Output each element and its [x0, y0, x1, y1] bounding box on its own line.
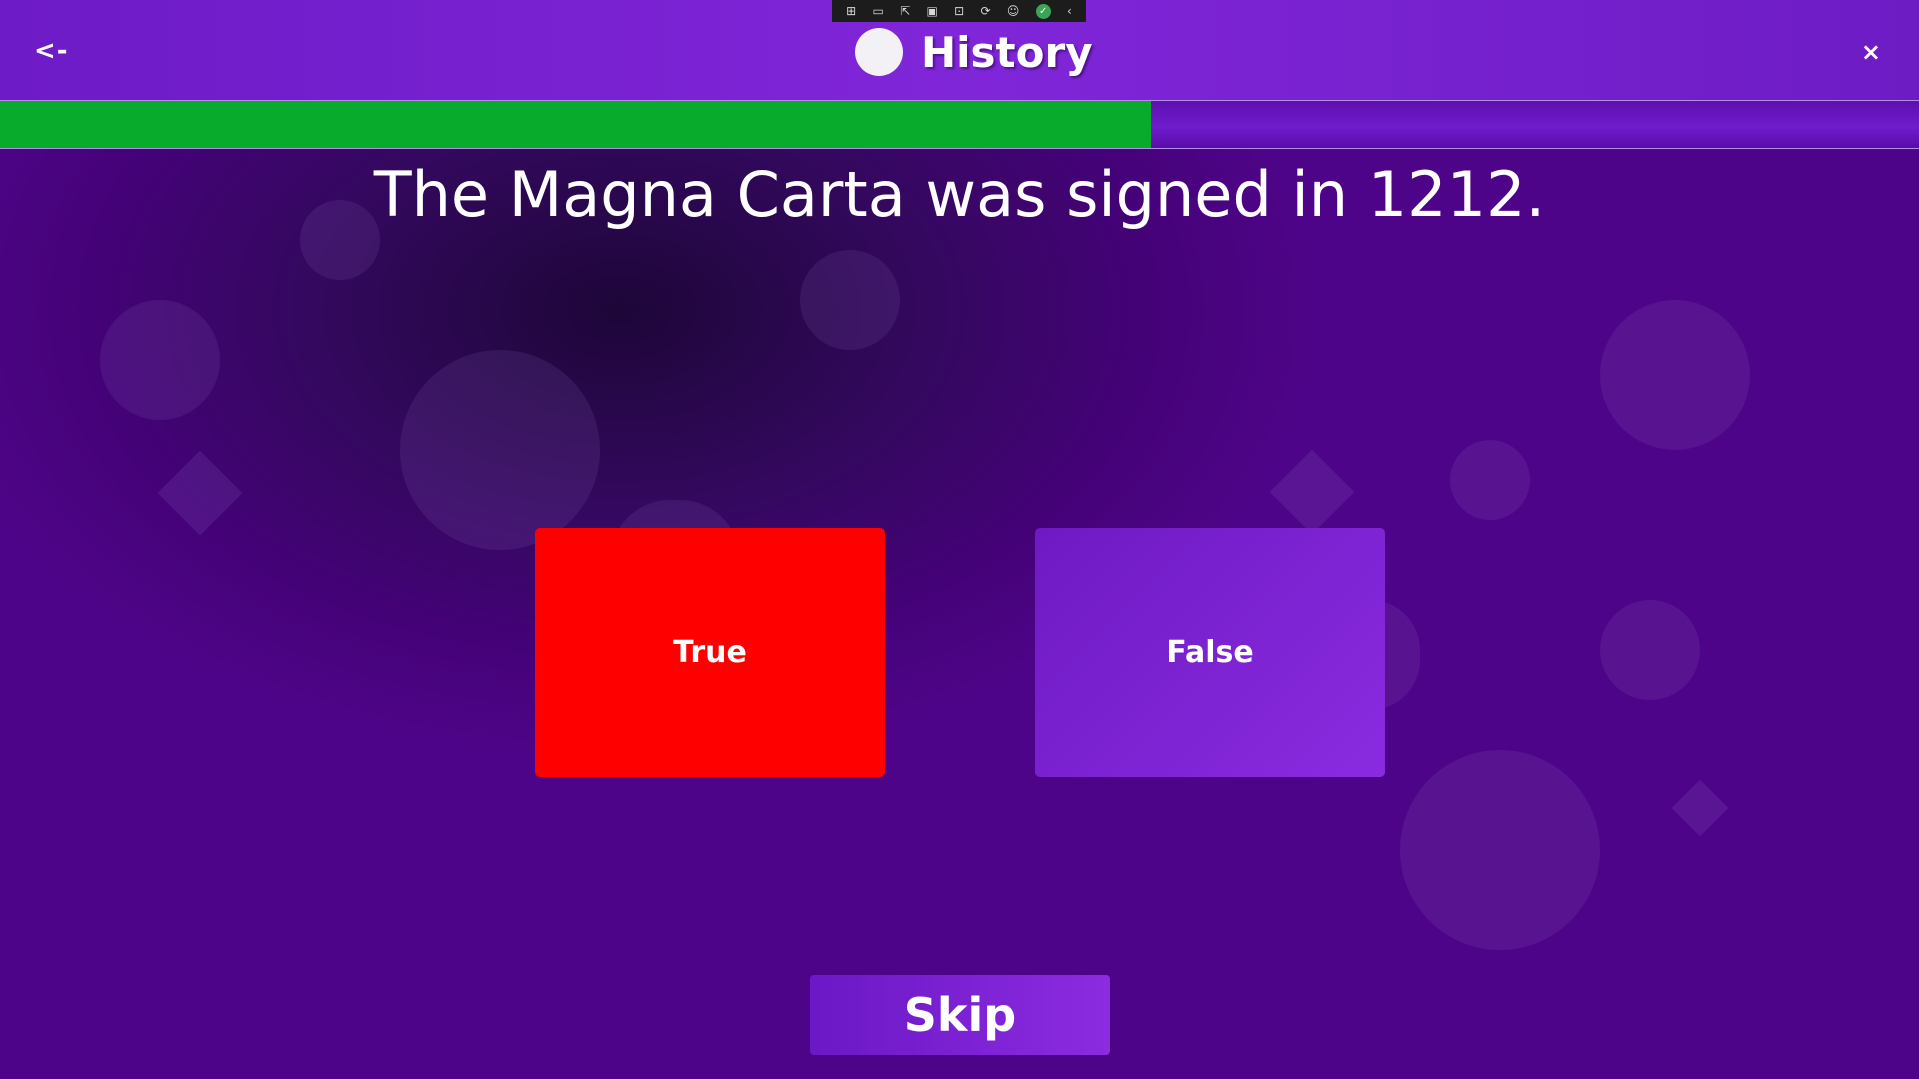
collapse-chevron-icon[interactable]: ‹ [1067, 5, 1072, 17]
back-button[interactable]: <- [34, 36, 69, 66]
display-layout-adorners-icon[interactable]: ▣ [927, 5, 938, 17]
answer-true-label: True [673, 635, 747, 670]
decor-diamond [1269, 449, 1355, 535]
page-title: History [855, 26, 1093, 78]
answer-false-label: False [1166, 635, 1254, 670]
progress-fill [0, 101, 1152, 148]
decor-circle [1600, 300, 1750, 450]
category-icon [855, 28, 903, 76]
progress-bar [0, 100, 1919, 149]
accessibility-icon[interactable]: ☺ [1007, 5, 1020, 17]
decor-diamond [1671, 779, 1729, 837]
hot-reload-icon[interactable]: ⟳ [981, 5, 991, 17]
decor-circle [400, 350, 600, 550]
title-text: History [921, 27, 1093, 77]
skip-label: Skip [903, 988, 1017, 1042]
decor-circle [1450, 440, 1530, 520]
answer-false-button[interactable]: False [1035, 528, 1385, 777]
select-element-icon[interactable]: ⇱ [900, 5, 910, 17]
decor-circle [1400, 750, 1600, 950]
answer-true-button[interactable]: True [535, 528, 885, 777]
live-visual-tree-icon[interactable]: ⊞ [846, 5, 856, 17]
check-icon[interactable]: ✓ [1035, 3, 1051, 19]
close-button[interactable]: × [1861, 38, 1881, 66]
record-icon[interactable]: ▭ [873, 5, 884, 17]
track-focus-icon[interactable]: ⊡ [954, 5, 964, 17]
debug-toolbar: ⊞ ▭ ⇱ ▣ ⊡ ⟳ ☺ ✓ ‹ [832, 0, 1086, 22]
decor-diamond [157, 450, 243, 536]
decor-circle [100, 300, 220, 420]
decor-circle [1600, 600, 1700, 700]
decor-circle [800, 250, 900, 350]
skip-button[interactable]: Skip [810, 975, 1110, 1055]
question-text: The Magna Carta was signed in 1212. [373, 158, 1546, 231]
